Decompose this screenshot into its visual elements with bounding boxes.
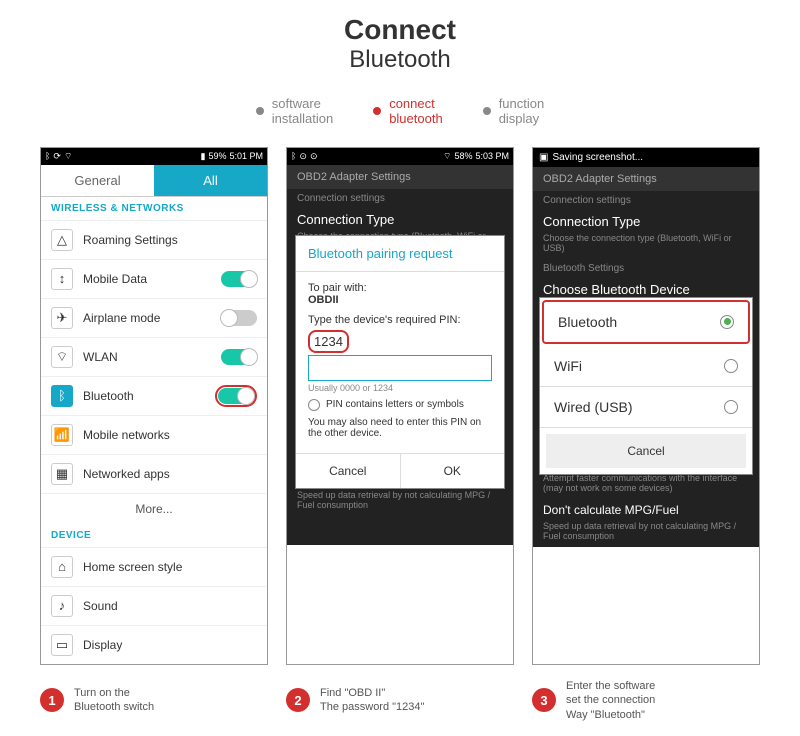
bluetooth-icon: ᛒ [45, 151, 50, 162]
apps-icon: ▦ [51, 463, 73, 485]
row-display[interactable]: ▭ Display [41, 626, 267, 664]
nav-step-2: connectbluetooth [373, 96, 443, 127]
status-bar: ᛒ⊙⊙ ⌔58%5:03 PM [287, 148, 513, 165]
toggle-wlan[interactable] [221, 349, 257, 365]
signal-icon: ▮ [201, 151, 206, 162]
wifi-icon: ⌔ [51, 346, 73, 368]
dialog-title: Bluetooth pairing request [296, 236, 504, 272]
cancel-button[interactable]: Cancel [296, 454, 401, 488]
captions-row: 1 Turn on theBluetooth switch 2 Find "OB… [0, 665, 800, 736]
tab-general[interactable]: General [41, 165, 154, 196]
bluetooth-icon: ᛒ [51, 385, 73, 407]
wifi-icon: ⌔ [64, 151, 72, 162]
header-subtitle: Bluetooth [0, 46, 800, 74]
caption-3: 3 Enter the softwareset the connectionWa… [532, 679, 760, 722]
dot-icon [256, 107, 264, 115]
step-badge: 2 [286, 688, 310, 712]
row-networked-apps[interactable]: ▦ Networked apps [41, 455, 267, 494]
phone-1: ᛒ⟳⌔ ▮59%5:01 PM General All WIRELESS & N… [40, 147, 268, 665]
row-bluetooth[interactable]: ᛒ Bluetooth [41, 377, 267, 416]
option-wired[interactable]: Wired (USB) [540, 387, 752, 428]
header-title: Connect [0, 15, 800, 46]
phone-2: ᛒ⊙⊙ ⌔58%5:03 PM OBD2 Adapter Settings Co… [286, 147, 514, 665]
connection-type-row[interactable]: Connection Type [287, 208, 513, 231]
pin-letters-checkbox[interactable]: PIN contains letters or symbols [308, 399, 492, 411]
connection-type-row[interactable]: Connection Type [533, 210, 759, 233]
caption-2: 2 Find "OBD II"The password "1234" [286, 679, 514, 722]
antenna-icon: 📶 [51, 424, 73, 446]
pairing-dialog: Bluetooth pairing request To pair with: … [295, 235, 505, 489]
mpg-row[interactable]: Don't calculate MPG/Fuel [533, 499, 759, 521]
airplane-icon: ✈ [51, 307, 73, 329]
dot-icon [483, 107, 491, 115]
row-home-screen[interactable]: ⌂ Home screen style [41, 548, 267, 587]
phone-3: ▣ Saving screenshot... OBD2 Adapter Sett… [532, 147, 760, 665]
bluetooth-icon: ᛒ [291, 151, 296, 162]
row-mobile-data[interactable]: ↕ Mobile Data [41, 260, 267, 299]
saving-banner: ▣ Saving screenshot... [533, 148, 759, 167]
section-label: Connection settings [533, 191, 759, 210]
steps-nav: softwareinstallation connectbluetooth fu… [0, 96, 800, 127]
wifi-icon: ⌔ [443, 151, 451, 162]
option-bluetooth[interactable]: Bluetooth [542, 300, 750, 344]
option-wifi[interactable]: WiFi [540, 346, 752, 387]
dot-icon [373, 107, 381, 115]
radio-icon [308, 399, 320, 411]
pin-input[interactable] [308, 355, 492, 381]
row-airplane[interactable]: ✈ Airplane mode [41, 299, 267, 338]
sound-icon: ♪ [51, 595, 73, 617]
toggle-airplane[interactable] [221, 310, 257, 326]
page-header: Connect Bluetooth [0, 0, 800, 84]
section-device: DEVICE [41, 524, 267, 548]
radio-icon [724, 400, 738, 414]
home-icon: ⌂ [51, 556, 73, 578]
highlight-bluetooth-toggle [215, 385, 257, 407]
tab-all[interactable]: All [154, 165, 267, 196]
sync-icon: ⟳ [53, 151, 61, 162]
pin-value: 1234 [314, 334, 343, 349]
phones-row: ᛒ⟳⌔ ▮59%5:01 PM General All WIRELESS & N… [0, 147, 800, 665]
row-sound[interactable]: ♪ Sound [41, 587, 267, 626]
status-bar: ᛒ⟳⌔ ▮59%5:01 PM [41, 148, 267, 165]
screen-title: OBD2 Adapter Settings [287, 165, 513, 189]
cancel-button[interactable]: Cancel [546, 434, 746, 468]
screen-title: OBD2 Adapter Settings [533, 167, 759, 191]
display-icon: ▭ [51, 634, 73, 656]
connection-type-dialog: Bluetooth WiFi Wired (USB) Cancel [539, 297, 753, 475]
mobile-data-icon: ↕ [51, 268, 73, 290]
highlight-pin: 1234 [308, 330, 349, 353]
image-icon: ▣ [539, 152, 548, 163]
device-name: OBDII [308, 294, 492, 306]
radio-icon [724, 359, 738, 373]
settings-tabs: General All [41, 165, 267, 197]
nav-step-1: softwareinstallation [256, 96, 333, 127]
step-badge: 1 [40, 688, 64, 712]
toggle-mobile-data[interactable] [221, 271, 257, 287]
roaming-icon: △ [51, 229, 73, 251]
row-wlan[interactable]: ⌔ WLAN [41, 338, 267, 377]
toggle-bluetooth[interactable] [218, 388, 254, 404]
more-button[interactable]: More... [41, 494, 267, 524]
row-roaming[interactable]: △ Roaming Settings [41, 221, 267, 260]
step-badge: 3 [532, 688, 556, 712]
row-mobile-networks[interactable]: 📶 Mobile networks [41, 416, 267, 455]
radio-selected-icon [720, 315, 734, 329]
section-wireless: WIRELESS & NETWORKS [41, 197, 267, 221]
caption-1: 1 Turn on theBluetooth switch [40, 679, 268, 722]
section-label: Connection settings [287, 189, 513, 208]
ok-button[interactable]: OK [401, 454, 505, 488]
nav-step-3: functiondisplay [483, 96, 545, 127]
